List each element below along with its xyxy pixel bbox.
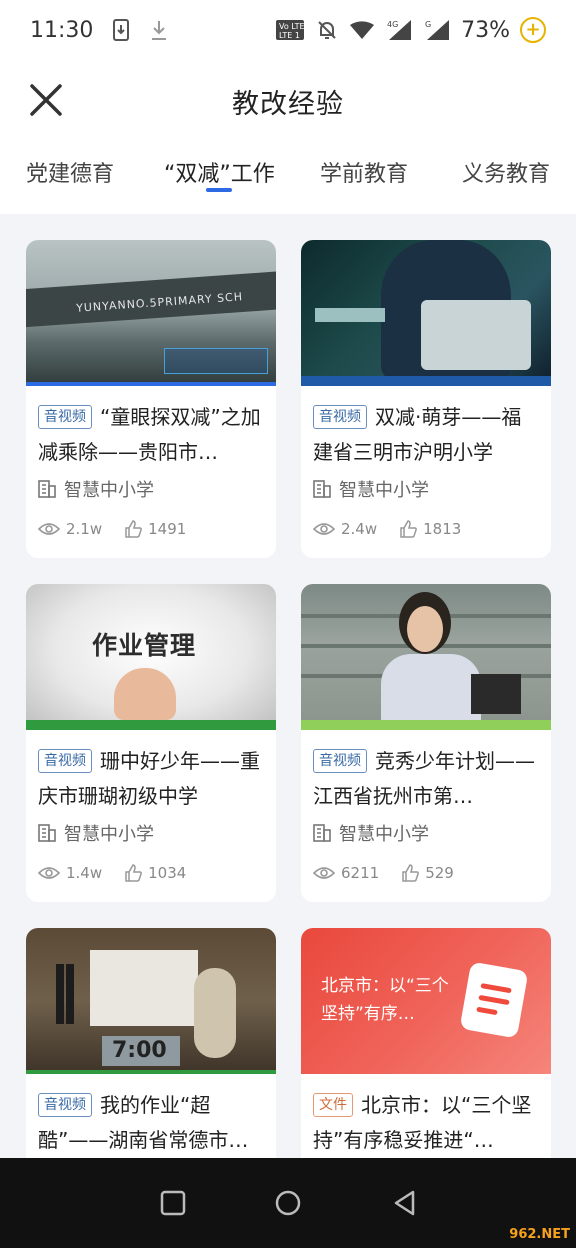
content-card[interactable]: 作业管理 音视频 珊中好少年——重庆市珊瑚初级中学 智慧中小学 1.4w 103… [26,584,276,902]
content-card[interactable]: YUNYANNO.5PRIMARY SCH 音视频 “童眼探双减”之加减乘除——贵… [26,240,276,558]
card-source: 智慧中小学 [64,480,154,501]
media-type-tag: 音视频 [313,749,367,773]
media-type-tag: 音视频 [313,405,367,429]
view-count: 1.4w [66,864,103,882]
building-icon [313,480,331,498]
system-navigation-bar: 962.NET [0,1158,576,1248]
media-type-tag: 音视频 [38,1093,92,1117]
category-tabs: 党建德育 “双减”工作 学前教育 义务教育 [0,140,576,214]
building-icon [38,480,56,498]
signal-4g-icon: 4G [387,20,412,40]
card-thumbnail: 北京市：以“三个坚持”有序… [301,928,551,1074]
card-source: 智慧中小学 [339,480,429,501]
tab-double-reduction[interactable]: “双减”工作 [164,156,275,188]
wifi-icon [350,21,375,39]
card-thumbnail [301,584,551,730]
view-count: 6211 [341,864,380,882]
tab-preschool[interactable]: 学前教育 [320,156,408,188]
content-card[interactable]: 音视频 竞秀少年计划——江西省抚州市第… 智慧中小学 6211 529 [301,584,551,902]
mute-icon [318,21,336,39]
eye-icon [313,523,335,535]
file-type-tag: 文件 [313,1093,353,1117]
battery-percent: 73% [461,17,510,43]
home-icon[interactable] [273,1188,303,1218]
view-count: 2.4w [341,520,378,538]
card-thumbnail: 作业管理 [26,584,276,730]
back-icon[interactable] [390,1188,420,1218]
download-icon [152,21,167,40]
recents-icon[interactable] [158,1188,188,1218]
thumbnail-clock: 7:00 [112,1038,167,1063]
download-notification-icon [113,19,130,41]
svg-text:Vo LTE: Vo LTE [279,22,305,31]
tab-compulsory[interactable]: 义务教育 [462,156,550,188]
document-icon [461,963,527,1037]
eye-icon [38,867,60,879]
like-count: 529 [425,864,454,882]
view-count: 2.1w [66,520,103,538]
building-icon [313,824,331,842]
tab-party-moral[interactable]: 党建德育 [26,156,114,188]
volte-icon: Vo LTE LTE 1 [276,20,305,40]
active-tab-indicator [206,188,232,192]
building-icon [38,824,56,842]
watermark: 962.NET [509,1227,570,1242]
svg-text:4G: 4G [387,20,398,29]
battery-saver-icon: + [520,17,546,43]
content-card[interactable]: 北京市：以“三个坚持”有序… 文件 北京市：以“三个坚持”有序稳妥推进“… [301,928,551,1158]
content-grid: YUNYANNO.5PRIMARY SCH 音视频 “童眼探双减”之加减乘除——贵… [0,214,576,1158]
card-source: 智慧中小学 [64,824,154,845]
card-source: 智慧中小学 [339,824,429,845]
card-thumbnail: YUNYANNO.5PRIMARY SCH [26,240,276,386]
thumbs-up-icon[interactable] [399,520,417,538]
svg-text:LTE 1: LTE 1 [279,31,300,40]
like-count: 1034 [148,864,187,882]
card-thumbnail [301,240,551,386]
thumbnail-caption: 作业管理 [92,631,197,660]
like-count: 1491 [148,520,187,538]
status-bar: 11:30 Vo LTE LTE 1 4G G 73% + [0,0,576,60]
thumbs-up-icon[interactable] [124,864,142,882]
card-thumbnail: 7:00 [26,928,276,1074]
thumbs-up-icon[interactable] [124,520,142,538]
media-type-tag: 音视频 [38,405,92,429]
thumbnail-caption: 北京市：以“三个坚持”有序… [321,976,449,1024]
content-card[interactable]: 音视频 双减·萌芽——福建省三明市沪明小学 智慧中小学 2.4w 1813 [301,240,551,558]
like-count: 1813 [423,520,462,538]
thumbs-up-icon[interactable] [401,864,420,882]
media-type-tag: 音视频 [38,749,92,773]
header: 教改经验 [0,60,576,140]
eye-icon [313,867,335,879]
signal-g-icon: G [425,20,450,40]
page-title: 教改经验 [232,89,344,120]
svg-text:G: G [425,20,431,29]
eye-icon [38,523,60,535]
status-time: 11:30 [30,17,94,43]
content-card[interactable]: 7:00 音视频 我的作业“超酷”——湖南省常德市… [26,928,276,1158]
